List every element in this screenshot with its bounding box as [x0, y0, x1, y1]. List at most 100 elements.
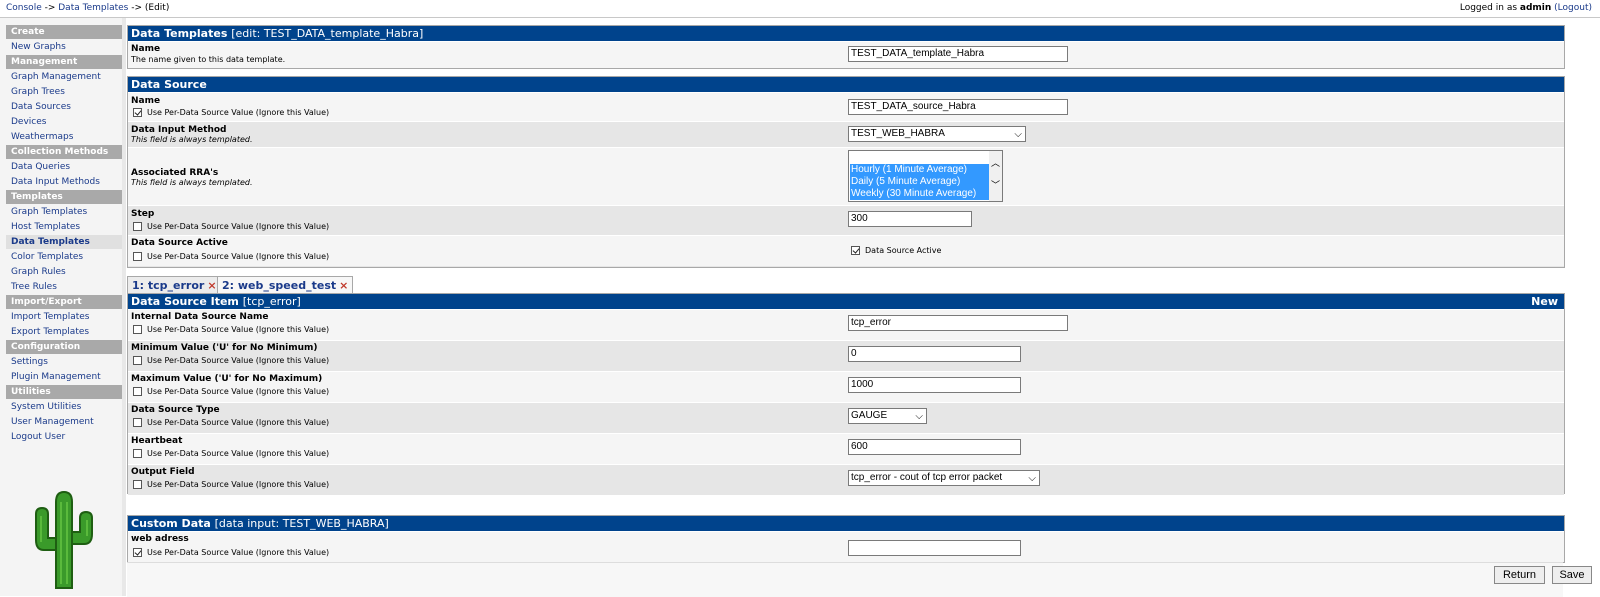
scrollbar[interactable]: ︿ ﹀ — [989, 151, 1002, 201]
panel-title: Data Source Item — [131, 295, 239, 308]
checkbox-label: Use Per-Data Source Value (Ignore this V… — [147, 449, 330, 458]
chevron-down-icon: ⌵ — [1014, 129, 1022, 140]
nav-item-devices[interactable]: Devices — [6, 115, 122, 129]
nav-item-settings[interactable]: Settings — [6, 355, 122, 369]
tab-tcp-error[interactable]: 1: tcp_error × — [127, 276, 222, 294]
nav-item-plugin-management[interactable]: Plugin Management — [6, 370, 122, 384]
checkbox-label: Use Per-Data Source Value (Ignore this V… — [147, 222, 330, 231]
use-per-data-source-checkbox[interactable]: Use Per-Data Source Value (Ignore this V… — [133, 387, 329, 396]
nav-item-new-graphs[interactable]: New Graphs — [6, 40, 122, 54]
checkbox-unchecked-icon[interactable] — [133, 449, 142, 458]
nav-item-tree-rules[interactable]: Tree Rules — [6, 280, 122, 294]
selected-value: tcp_error - cout of tcp error packet — [851, 472, 1003, 483]
use-per-data-source-checkbox[interactable]: Use Per-Data Source Value (Ignore this V… — [133, 108, 329, 117]
minimum-value-input[interactable]: 0 — [848, 346, 1021, 362]
logout-link[interactable]: (Logout) — [1554, 3, 1592, 13]
chevron-down-icon[interactable]: ﹀ — [991, 181, 1000, 190]
use-per-data-source-checkbox[interactable]: Use Per-Data Source Value (Ignore this V… — [133, 252, 329, 261]
input-method-select[interactable]: TEST_WEB_HABRA ⌵ — [848, 126, 1026, 142]
internal-name-input[interactable]: tcp_error — [848, 315, 1068, 331]
checkbox-unchecked-icon[interactable] — [133, 480, 142, 489]
rra-option[interactable]: Daily (5 Minute Average) — [850, 176, 989, 188]
field-label: Name — [131, 44, 161, 54]
rra-option[interactable]: Hourly (1 Minute Average) — [850, 164, 989, 176]
field-label: Data Source Type — [131, 405, 220, 415]
step-row: Step Use Per-Data Source Value (Ignore t… — [128, 205, 1564, 235]
nav-item-graph-templates[interactable]: Graph Templates — [6, 205, 122, 219]
checkbox-label: Use Per-Data Source Value (Ignore this V… — [147, 252, 330, 261]
nav-item-host-templates[interactable]: Host Templates — [6, 220, 122, 234]
sidebar-divider — [122, 18, 126, 596]
sidebar: Create New Graphs Management Graph Manag… — [0, 18, 122, 596]
nav-head-create: Create — [6, 25, 122, 39]
panel-subtitle: [tcp_error] — [242, 295, 301, 308]
field-label: Output Field — [131, 467, 195, 477]
nav-item-graph-management[interactable]: Graph Management — [6, 70, 122, 84]
nav-item-export-templates[interactable]: Export Templates — [6, 325, 122, 339]
nav-item-data-queries[interactable]: Data Queries — [6, 160, 122, 174]
minimum-value-row: Minimum Value ('U' for No Minimum) Use P… — [128, 340, 1564, 371]
rra-option[interactable]: Weekly (30 Minute Average) — [850, 188, 989, 200]
nav-item-color-templates[interactable]: Color Templates — [6, 250, 122, 264]
nav-item-data-templates[interactable]: Data Templates — [6, 235, 122, 249]
step-input[interactable]: 300 — [848, 211, 972, 227]
output-field-select[interactable]: tcp_error - cout of tcp error packet ⌵ — [848, 470, 1040, 486]
use-per-data-source-checkbox[interactable]: Use Per-Data Source Value (Ignore this V… — [133, 548, 329, 557]
template-name-input[interactable]: TEST_DATA_template_Habra — [848, 46, 1068, 62]
data-source-type-select[interactable]: GAUGE ⌵ — [848, 408, 927, 424]
nav-item-user-management[interactable]: User Management — [6, 415, 122, 429]
nav-item-system-utilities[interactable]: System Utilities — [6, 400, 122, 414]
custom-data-panel: Custom Data [data input: TEST_WEB_HABRA]… — [127, 515, 1565, 563]
use-per-data-source-checkbox[interactable]: Use Per-Data Source Value (Ignore this V… — [133, 356, 329, 365]
chevron-down-icon: ⌵ — [915, 411, 923, 422]
rra-selected-options: Hourly (1 Minute Average) Daily (5 Minut… — [850, 164, 989, 200]
nav-item-graph-rules[interactable]: Graph Rules — [6, 265, 122, 279]
checkbox-unchecked-icon[interactable] — [133, 252, 142, 261]
tab-web-speed-test[interactable]: 2: web_speed_test × — [217, 276, 354, 294]
checkbox-unchecked-icon[interactable] — [133, 222, 142, 231]
checkbox-unchecked-icon[interactable] — [133, 325, 142, 334]
checkbox-unchecked-icon[interactable] — [133, 418, 142, 427]
nav-item-graph-trees[interactable]: Graph Trees — [6, 85, 122, 99]
checkbox-unchecked-icon[interactable] — [133, 387, 142, 396]
nav-item-weathermaps[interactable]: Weathermaps — [6, 130, 122, 144]
close-icon[interactable]: × — [207, 279, 216, 292]
use-per-data-source-checkbox[interactable]: Use Per-Data Source Value (Ignore this V… — [133, 325, 329, 334]
close-icon[interactable]: × — [339, 279, 348, 292]
nav-item-import-templates[interactable]: Import Templates — [6, 310, 122, 324]
checkbox-checked-icon[interactable] — [851, 246, 860, 255]
use-per-data-source-checkbox[interactable]: Use Per-Data Source Value (Ignore this V… — [133, 449, 329, 458]
tab-label: 1: tcp_error — [132, 279, 205, 292]
use-per-data-source-checkbox[interactable]: Use Per-Data Source Value (Ignore this V… — [133, 222, 329, 231]
data-source-panel: Data Source Name Use Per-Data Source Val… — [127, 76, 1565, 268]
breadcrumb-current: (Edit) — [144, 3, 170, 13]
nav-head-configuration: Configuration — [6, 340, 122, 354]
field-label: Name — [131, 96, 161, 106]
source-name-input[interactable]: TEST_DATA_source_Habra — [848, 99, 1068, 115]
checkbox-unchecked-icon[interactable] — [133, 356, 142, 365]
data-template-header: Data Templates [edit: TEST_DATA_template… — [128, 26, 1564, 41]
login-prefix: Logged in as — [1459, 3, 1520, 13]
checkbox-label: Use Per-Data Source Value (Ignore this V… — [147, 548, 330, 557]
nav-item-data-input-methods[interactable]: Data Input Methods — [6, 175, 122, 189]
heartbeat-input[interactable]: 600 — [848, 439, 1021, 455]
return-button[interactable]: Return — [1494, 566, 1545, 584]
new-link[interactable]: New — [1531, 294, 1558, 309]
field-label: Associated RRA's — [131, 168, 219, 178]
checkbox-checked-icon[interactable] — [133, 108, 142, 117]
data-source-header: Data Source — [128, 77, 1564, 92]
nav-item-logout-user[interactable]: Logout User — [6, 430, 122, 444]
checkbox-checked-icon[interactable] — [133, 548, 142, 557]
use-per-data-source-checkbox[interactable]: Use Per-Data Source Value (Ignore this V… — [133, 418, 329, 427]
maximum-value-input[interactable]: 1000 — [848, 377, 1021, 393]
breadcrumb-console-link[interactable]: Console — [6, 3, 42, 13]
web-adress-input[interactable] — [848, 540, 1021, 556]
nav-head-collection-methods: Collection Methods — [6, 145, 122, 159]
save-button[interactable]: Save — [1552, 566, 1592, 584]
data-source-active-checkbox[interactable]: Data Source Active — [851, 246, 941, 255]
nav-item-data-sources[interactable]: Data Sources — [6, 100, 122, 114]
breadcrumb-data-templates-link[interactable]: Data Templates — [58, 3, 128, 13]
chevron-up-icon[interactable]: ︿ — [991, 159, 1000, 168]
use-per-data-source-checkbox[interactable]: Use Per-Data Source Value (Ignore this V… — [133, 480, 329, 489]
rra-multiselect[interactable]: Hourly (1 Minute Average) Daily (5 Minut… — [848, 150, 1003, 202]
